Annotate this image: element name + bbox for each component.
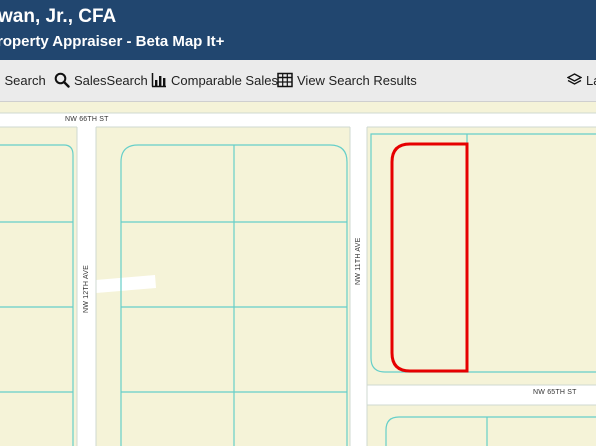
toolbar: l Search SalesSearch Comparable Sales Vi…	[0, 60, 596, 102]
address-search-button[interactable]: l Search	[0, 70, 46, 90]
street-label-nw-66th-st: NW 66TH ST	[65, 116, 109, 123]
layers-button[interactable]: La	[567, 70, 596, 90]
street-label-nw-11th-ave: NW 11TH AVE	[355, 237, 362, 285]
sales-search-label: SalesSearch	[74, 72, 148, 88]
comparable-sales-label: Comparable Sales	[171, 72, 278, 88]
bar-chart-icon	[151, 73, 166, 88]
view-search-results-button[interactable]: View Search Results	[277, 70, 417, 90]
selected-parcel-outline[interactable]	[390, 142, 469, 373]
nw-11th-ave-road	[350, 127, 367, 446]
map-view[interactable]: NW 66TH ST NW 65TH ST NW 12TH AVE NW 11T…	[0, 102, 596, 446]
table-icon	[277, 72, 293, 88]
street-label-nw-65th-st: NW 65TH ST	[533, 389, 577, 396]
view-search-results-label: View Search Results	[297, 72, 417, 88]
street-label-nw-12th-ave: NW 12TH AVE	[83, 265, 90, 313]
comparable-sales-button[interactable]: Comparable Sales	[151, 70, 278, 90]
layers-icon	[567, 73, 582, 85]
small-road-segment	[96, 275, 156, 293]
layers-label: La	[586, 72, 596, 88]
app-header: wan, Jr., CFA roperty Appraiser - Beta M…	[0, 0, 596, 60]
address-search-label: l Search	[0, 72, 46, 88]
app-subtitle: roperty Appraiser - Beta Map It+	[0, 33, 225, 50]
search-icon	[54, 72, 70, 88]
sales-search-button[interactable]: SalesSearch	[54, 70, 148, 90]
app-title: wan, Jr., CFA	[0, 6, 117, 27]
